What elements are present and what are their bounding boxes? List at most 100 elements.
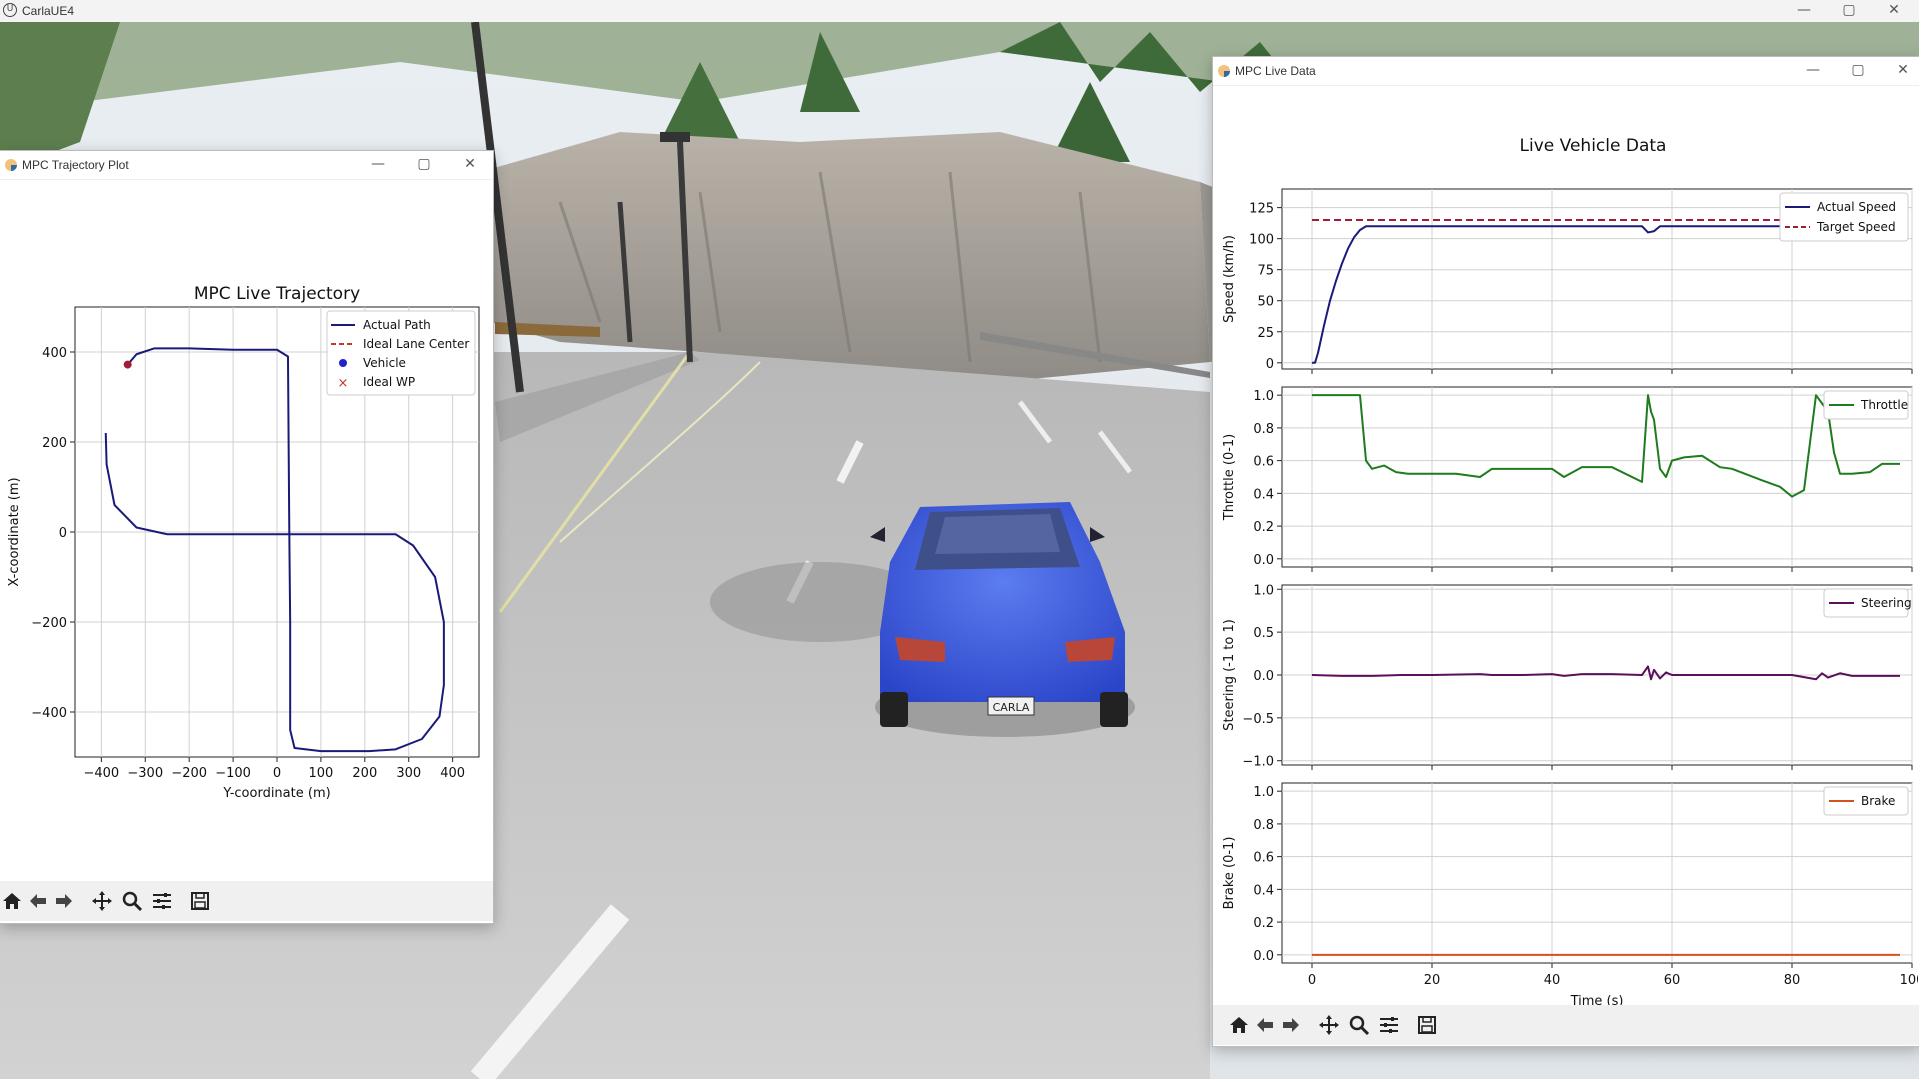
forward-icon[interactable] (1279, 1013, 1303, 1037)
y-axis-label-speed: Speed (km/h) (1222, 235, 1237, 323)
license-plate: CARLA (993, 701, 1030, 714)
y-tick-label: 0.0 (1253, 553, 1274, 568)
y-axis-label-steering: Steering (-1 to 1) (1222, 619, 1237, 731)
chart-title: Live Vehicle Data (1520, 136, 1667, 156)
y-tick-label: 1.0 (1253, 785, 1274, 800)
legend-label: Target Speed (1816, 220, 1896, 234)
legend-label: Throttle (1860, 398, 1908, 412)
save-icon[interactable] (1415, 1013, 1439, 1037)
y-tick-label: −200 (31, 616, 67, 631)
live-chart[interactable]: Live Vehicle Data 0 25 50 75 100 125 Speed (km/… (1213, 85, 1918, 1020)
legend-label: Steering (1861, 596, 1912, 610)
y-tick-label: 0 (59, 526, 67, 541)
save-icon[interactable] (188, 889, 212, 913)
maximize-button[interactable]: ▢ (1829, 2, 1869, 18)
app-icon: U (3, 3, 17, 17)
x-tick-label: 100 (308, 766, 333, 781)
trajectory-chart[interactable]: MPC Live Trajectory −400 −300 −200 −100 0 100 2… (0, 179, 491, 879)
y-tick-label: 0.8 (1253, 818, 1274, 833)
vehicle-car: CARLA (870, 502, 1135, 737)
legend-label: Vehicle (363, 356, 406, 370)
trajectory-toolbar (0, 881, 493, 921)
trajectory-window[interactable]: MPC Trajectory Plot — ▢ ✕ MPC Live Traje… (0, 150, 494, 924)
x-tick-label: 20 (1424, 973, 1441, 988)
trajectory-maximize-button[interactable]: ▢ (404, 156, 444, 172)
back-icon[interactable] (26, 889, 50, 913)
app-title: CarlaUE4 (22, 4, 75, 18)
trajectory-window-titlebar[interactable]: MPC Trajectory Plot — ▢ ✕ (0, 151, 493, 180)
y-tick-label: 0.0 (1253, 669, 1274, 684)
legend-label: Ideal WP (363, 375, 415, 389)
y-tick-label: 0.8 (1253, 422, 1274, 437)
y-tick-label: 0.6 (1253, 455, 1274, 470)
y-tick-label: 25 (1257, 326, 1274, 341)
live-window-titlebar[interactable]: MPC Live Data — ▢ ✕ (1213, 57, 1919, 86)
y-tick-label: −1.0 (1242, 755, 1274, 770)
back-icon[interactable] (1253, 1013, 1277, 1037)
matplotlib-icon (1217, 63, 1231, 77)
x-tick-label: −200 (171, 766, 207, 781)
y-tick-label: 0.2 (1253, 916, 1274, 931)
panel-throttle (1281, 386, 1913, 568)
y-tick-label: −0.5 (1242, 712, 1274, 727)
pan-icon[interactable] (1317, 1013, 1341, 1037)
x-tick-label: 200 (352, 766, 377, 781)
x-tick-label: 300 (396, 766, 421, 781)
close-button[interactable]: ✕ (1874, 2, 1914, 18)
legend-label: Actual Path (363, 318, 431, 332)
trajectory-window-title: MPC Trajectory Plot (22, 158, 129, 172)
legend-label: Brake (1861, 794, 1895, 808)
x-tick-label: 40 (1544, 973, 1561, 988)
y-tick-label: 0.6 (1253, 851, 1274, 866)
pan-icon[interactable] (90, 889, 114, 913)
configure-icon[interactable] (1377, 1013, 1401, 1037)
live-minizime-button[interactable]: — (1793, 62, 1833, 78)
x-tick-label: −300 (127, 766, 163, 781)
x-tick-label: 100 (1900, 973, 1918, 988)
legend-vehicle-dot (339, 359, 347, 367)
x-tick-label: 400 (440, 766, 465, 781)
panel-brake (1281, 782, 1913, 964)
trajectory-close-button[interactable]: ✕ (450, 156, 490, 172)
live-window-title: MPC Live Data (1235, 64, 1316, 78)
x-axis-label: Y-coordinate (m) (222, 786, 330, 801)
zoom-icon[interactable] (1347, 1013, 1371, 1037)
zoom-icon[interactable] (120, 889, 144, 913)
y-tick-label: 1.0 (1253, 583, 1274, 598)
y-tick-label: 400 (42, 346, 67, 361)
y-tick-label: 0.4 (1253, 883, 1274, 898)
y-tick-label: 1.0 (1253, 389, 1274, 404)
home-icon[interactable] (1227, 1013, 1251, 1037)
live-close-button[interactable]: ✕ (1883, 62, 1919, 78)
main-titlebar: U CarlaUE4 — ▢ ✕ (0, 0, 1919, 23)
live-maximize-button[interactable]: ▢ (1838, 62, 1878, 78)
y-tick-label: 125 (1249, 202, 1274, 217)
legend-wp-marker: × (338, 376, 349, 391)
legend-label: Actual Speed (1817, 200, 1896, 214)
minimize-button[interactable]: — (1784, 2, 1824, 18)
y-tick-label: 0.4 (1253, 487, 1274, 502)
x-tick-label: 80 (1784, 973, 1801, 988)
forward-icon[interactable] (52, 889, 76, 913)
x-tick-label: 60 (1664, 973, 1681, 988)
y-tick-label: −400 (31, 706, 67, 721)
home-icon[interactable] (0, 889, 24, 913)
y-tick-label: 0.0 (1253, 949, 1274, 964)
y-tick-label: 50 (1257, 295, 1274, 310)
y-tick-label: 0.5 (1253, 626, 1274, 641)
y-tick-label: 100 (1249, 233, 1274, 248)
y-tick-label: 0 (1266, 357, 1274, 372)
x-tick-label: −400 (83, 766, 119, 781)
x-tick-label: 0 (273, 766, 281, 781)
simulation-viewport[interactable]: CARLA MPC Trajectory Plot — ▢ ✕ MPC Live… (0, 22, 1919, 1079)
y-tick-label: 0.2 (1253, 520, 1274, 535)
x-tick-label: −100 (215, 766, 251, 781)
legend-label: Ideal Lane Center (363, 337, 469, 351)
x-tick-label: 0 (1308, 973, 1316, 988)
y-tick-label: 200 (42, 436, 67, 451)
y-tick-label: 75 (1257, 264, 1274, 279)
live-data-window[interactable]: MPC Live Data — ▢ ✕ Live Vehicle Data 0 25… (1212, 56, 1919, 1047)
trajectory-minimize-button[interactable]: — (358, 156, 398, 172)
chart-title: MPC Live Trajectory (194, 284, 360, 304)
configure-icon[interactable] (150, 889, 174, 913)
